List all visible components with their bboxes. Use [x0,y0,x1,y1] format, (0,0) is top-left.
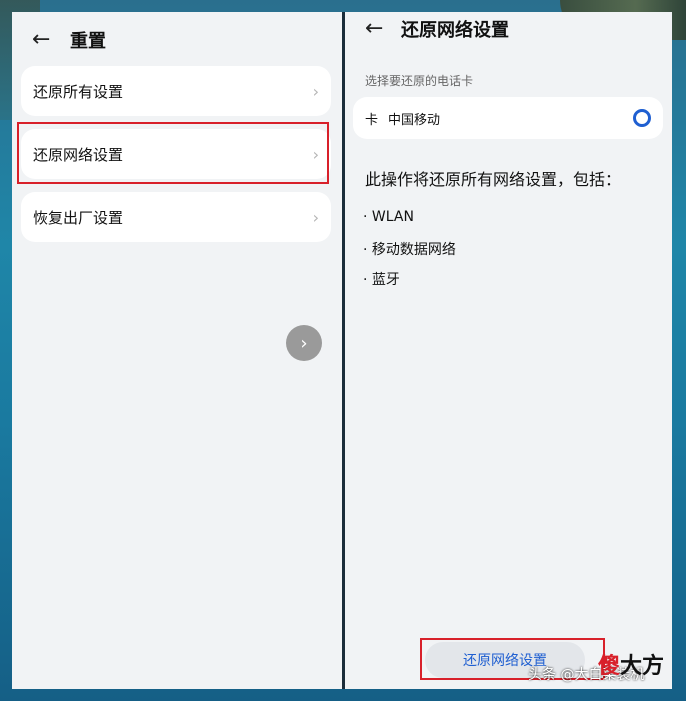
bullet-wlan: · WLAN [363,209,414,225]
sim-card-label: 卡 [365,112,379,128]
bullet-mobile-data: · 移动数据网络 [363,242,456,258]
bullet-bluetooth: · 蓝牙 [363,272,400,288]
reset-header: ← 重置 [32,20,106,60]
reset-network-header: ← 还原网络设置 [365,14,509,44]
chevron-right-icon: › [300,332,308,354]
sim-operator: 中国移动 [388,112,441,128]
page-title: 还原网络设置 [401,20,509,41]
reset-panel: ← 重置 还原所有设置 › 还原网络设置 › 恢复出厂设置 › › [12,12,342,689]
chevron-right-icon: › [312,207,319,227]
arrow-left-icon[interactable]: ← [365,18,393,40]
sim-card-option[interactable]: 卡 中国移动 [353,97,663,139]
reset-network-panel: ← 还原网络设置 选择要还原的电话卡 卡 中国移动 此操作将还原所有网络设置，包… [345,12,672,689]
factory-reset-item[interactable]: 恢复出厂设置 › [21,192,331,242]
item-label: 还原所有设置 [33,82,124,101]
chevron-right-icon: › [312,81,319,101]
highlight-box [17,122,329,184]
page-title: 重置 [70,31,106,52]
radio-selected-icon[interactable] [633,109,651,127]
item-label: 恢复出厂设置 [33,208,124,227]
reset-all-settings-item[interactable]: 还原所有设置 › [21,66,331,116]
select-sim-label: 选择要还原的电话卡 [365,74,474,88]
arrow-left-icon[interactable]: ← [32,29,60,51]
description-text: 此操作将还原所有网络设置，包括： [365,170,622,189]
next-button[interactable]: › [286,325,322,361]
watermark-logo: 傻大方 [598,654,665,679]
